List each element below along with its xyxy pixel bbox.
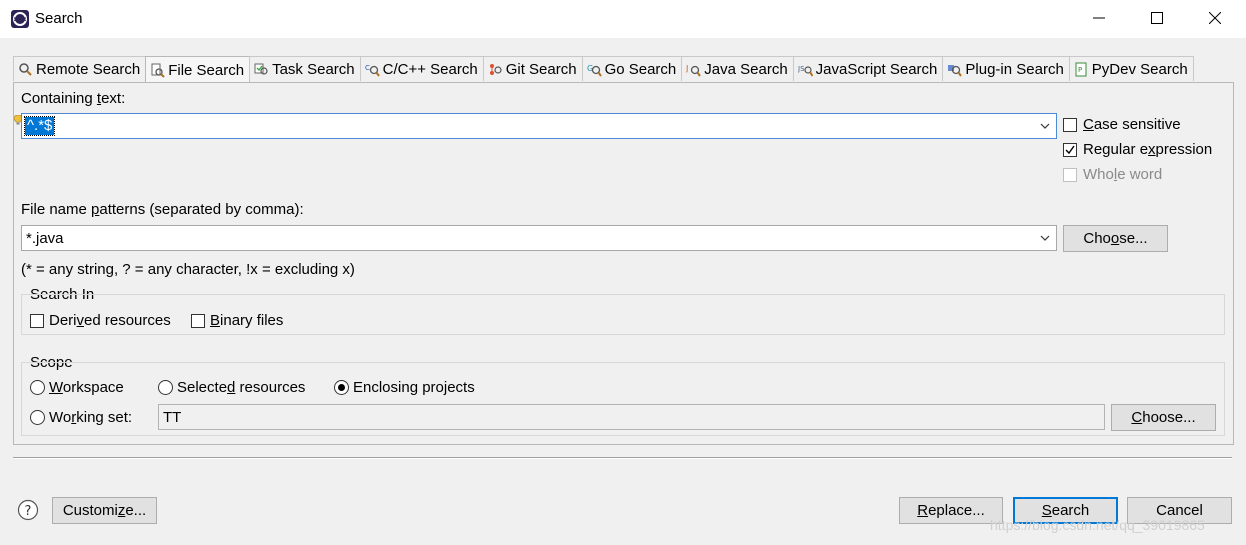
tab-cpp-search[interactable]: C C/C++ Search xyxy=(359,56,484,81)
enclosing-projects-radio[interactable]: Enclosing projects xyxy=(334,379,475,396)
whole-word-checkbox[interactable]: Whole word xyxy=(1063,166,1162,183)
file-name-patterns-value: *.java xyxy=(26,230,64,247)
checkmark-icon xyxy=(1063,142,1077,157)
containing-text-value: ^.*$ xyxy=(23,116,56,136)
customize-button[interactable]: Customi z e... xyxy=(52,497,157,524)
git-search-icon xyxy=(489,63,502,75)
chevron-down-icon[interactable] xyxy=(1038,230,1052,246)
patterns-hint: (* = any string, ? = any character, !x =… xyxy=(21,261,355,278)
tab-label: JavaScript Search xyxy=(815,60,938,78)
containing-text-label: Containing text: xyxy=(21,90,126,107)
tab-git-search[interactable]: Git Search xyxy=(482,56,583,81)
workspace-radio[interactable]: Workspace xyxy=(30,379,124,396)
close-icon xyxy=(1208,11,1222,28)
footer-separator xyxy=(13,457,1232,459)
svg-text:J: J xyxy=(686,64,688,73)
svg-text:C: C xyxy=(365,64,370,72)
tab-label: Git Search xyxy=(505,60,577,78)
chevron-down-icon[interactable] xyxy=(1038,118,1052,134)
derived-resources-checkbox[interactable]: Derived resources xyxy=(30,312,171,329)
tab-label: Java Search xyxy=(704,60,788,78)
checkbox-box xyxy=(1063,117,1077,132)
tab-java-search[interactable]: J Java Search xyxy=(681,56,794,81)
window-title: Search xyxy=(35,10,83,27)
choose-patterns-button[interactable]: Cho o se... xyxy=(1063,225,1168,252)
radio-circle xyxy=(30,380,45,395)
svg-text:JS: JS xyxy=(798,65,805,73)
close-button[interactable] xyxy=(1186,0,1244,38)
tab-file-search[interactable]: File Search xyxy=(145,56,251,83)
checkbox-box xyxy=(30,313,44,328)
replace-button[interactable]: Replace... xyxy=(899,497,1003,524)
go-search-icon: G xyxy=(587,64,602,77)
tab-label: Remote Search xyxy=(36,60,141,78)
minimize-button[interactable] xyxy=(1070,0,1128,38)
tab-label: C/C++ Search xyxy=(382,60,478,78)
pydev-search-icon: P xyxy=(1075,62,1087,76)
tab-go-search[interactable]: G Go Search xyxy=(581,56,683,81)
java-search-icon: J xyxy=(686,64,702,77)
svg-text:P: P xyxy=(1078,66,1082,74)
file-name-patterns-label: File name patterns (separated by comma): xyxy=(21,201,304,218)
tab-label: PyDev Search xyxy=(1091,60,1188,78)
regular-expression-checkbox[interactable]: Regular expression xyxy=(1063,141,1212,158)
containing-text-combo[interactable]: ^.*$ xyxy=(21,113,1057,139)
minimize-icon xyxy=(1093,11,1105,28)
tab-javascript-search[interactable]: JS JavaScript Search xyxy=(792,56,944,81)
tab-plugin-search[interactable]: Plug-in Search xyxy=(942,56,1070,81)
maximize-button[interactable] xyxy=(1128,0,1186,38)
case-sensitive-checkbox[interactable]: Case sensitive xyxy=(1063,116,1181,133)
binary-files-checkbox[interactable]: Binary files xyxy=(191,312,283,329)
choose-working-set-button[interactable]: Choose... xyxy=(1111,404,1216,431)
search-tabs: Remote Search File Search Task Search C … xyxy=(13,56,1194,83)
checkbox-box xyxy=(1063,167,1077,182)
radio-circle xyxy=(158,380,173,395)
javascript-search-icon: JS xyxy=(798,65,813,77)
tab-label: File Search xyxy=(168,61,245,79)
selected-resources-radio[interactable]: Selected resources xyxy=(158,379,305,396)
working-set-value: TT xyxy=(163,409,182,426)
title-bar: Search xyxy=(0,0,1246,38)
tab-task-search[interactable]: Task Search xyxy=(249,56,361,81)
working-set-field[interactable]: TT xyxy=(158,404,1105,430)
tab-label: Go Search xyxy=(604,60,677,78)
watermark: https://blog.csdn.net/qq_39019865 xyxy=(990,517,1205,533)
svg-text:?: ? xyxy=(25,504,32,519)
radio-selected-icon xyxy=(334,380,349,395)
eclipse-app-icon xyxy=(10,9,30,29)
file-name-patterns-combo[interactable]: *.java xyxy=(21,225,1057,251)
tab-label: Task Search xyxy=(272,60,355,78)
plugin-search-icon xyxy=(948,64,963,77)
file-search-icon xyxy=(151,63,165,78)
checkbox-box xyxy=(191,313,205,328)
remote-search-icon xyxy=(19,62,32,76)
cpp-search-icon: C xyxy=(365,64,380,77)
tab-remote-search[interactable]: Remote Search xyxy=(13,56,147,81)
radio-circle xyxy=(30,410,45,425)
working-set-radio[interactable]: Working set: xyxy=(30,409,132,426)
task-search-icon xyxy=(254,63,268,75)
tab-label: Plug-in Search xyxy=(965,60,1064,78)
maximize-icon xyxy=(1151,11,1163,28)
tab-pydev-search[interactable]: P PyDev Search xyxy=(1068,56,1194,81)
help-icon[interactable]: ? xyxy=(17,499,39,525)
